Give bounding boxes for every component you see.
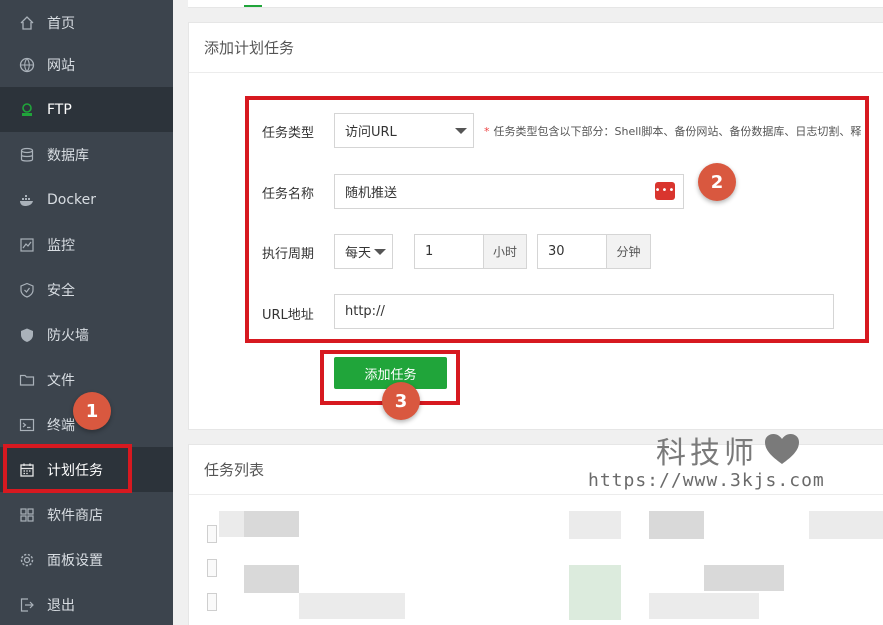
sidebar-item-logout[interactable]: 退出	[0, 582, 173, 625]
step-badge-2: 2	[698, 163, 736, 201]
apps-icon	[19, 507, 35, 523]
database-icon	[19, 147, 35, 163]
blurred-cell	[809, 511, 883, 539]
watermark-title: 科技师	[656, 436, 758, 471]
sidebar-item-security[interactable]: 安全	[0, 267, 173, 312]
blurred-cell	[649, 593, 759, 619]
row-checkbox[interactable]	[207, 559, 217, 577]
watermark-url: https://www.3kjs.com	[588, 470, 825, 491]
blurred-cell	[244, 511, 299, 537]
firewall-icon	[19, 327, 35, 343]
step-badge-1: 1	[73, 392, 111, 430]
blurred-cell	[244, 565, 299, 593]
docker-icon	[19, 192, 35, 208]
ftp-icon	[19, 102, 35, 118]
globe-icon	[19, 57, 35, 73]
heart-icon	[765, 434, 799, 464]
highlight-box-form	[245, 96, 869, 343]
sidebar: 首页 网站 FTP 数据库 Docker 监控 安全 防火墙 文件 终端 计划任…	[0, 0, 173, 625]
blurred-cell	[649, 511, 704, 539]
folder-icon	[19, 372, 35, 388]
highlight-box-cron-menu	[3, 444, 132, 493]
blurred-cell	[299, 593, 405, 619]
blurred-cell	[704, 565, 784, 591]
sidebar-item-firewall[interactable]: 防火墙	[0, 312, 173, 357]
sidebar-item-docker[interactable]: Docker	[0, 177, 173, 222]
terminal-icon	[19, 417, 35, 433]
logout-icon	[19, 597, 35, 613]
gear-icon	[19, 552, 35, 568]
home-icon	[19, 15, 35, 31]
top-tab-strip	[188, 0, 883, 8]
step-badge-3: 3	[382, 382, 420, 420]
monitor-icon	[19, 237, 35, 253]
row-checkbox[interactable]	[207, 593, 217, 611]
add-task-title: 添加计划任务	[189, 23, 883, 73]
sidebar-item-ftp[interactable]: FTP	[0, 87, 173, 132]
sidebar-item-website[interactable]: 网站	[0, 42, 173, 87]
sidebar-item-home[interactable]: 首页	[0, 0, 173, 45]
blurred-cell	[569, 511, 621, 539]
sidebar-item-settings[interactable]: 面板设置	[0, 537, 173, 582]
blurred-cell	[569, 565, 621, 620]
active-tab-indicator	[244, 5, 262, 7]
sidebar-item-store[interactable]: 软件商店	[0, 492, 173, 537]
row-checkbox[interactable]	[207, 525, 217, 543]
sidebar-item-database[interactable]: 数据库	[0, 132, 173, 177]
shield-icon	[19, 282, 35, 298]
sidebar-item-monitor[interactable]: 监控	[0, 222, 173, 267]
